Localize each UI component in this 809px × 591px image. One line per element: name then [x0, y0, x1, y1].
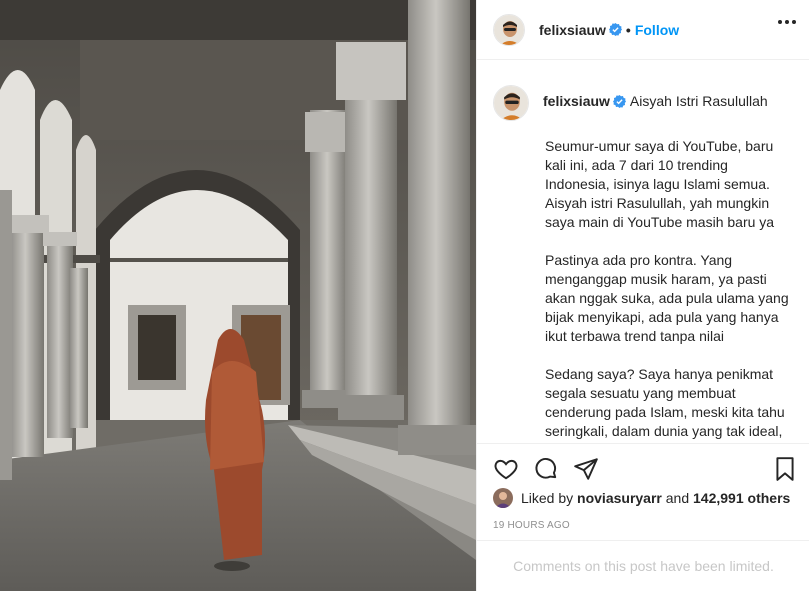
header-separator: • [625, 21, 631, 38]
verified-badge-icon [612, 94, 626, 108]
post-header: felixsiauw • Follow [477, 0, 809, 60]
caption-avatar-image [494, 86, 528, 120]
action-bar [477, 443, 809, 493]
avatar[interactable] [493, 13, 525, 46]
liker-username[interactable]: noviasuryarr [577, 490, 662, 506]
comment-icon[interactable] [533, 456, 559, 487]
more-options-icon[interactable] [778, 20, 796, 24]
likes-prefix: Liked by [521, 490, 574, 506]
comments-area: felixsiauw Aisyah Istri Rasulullah Seumu… [477, 61, 809, 443]
avatar-image [494, 14, 524, 45]
comments-limited-notice: Comments on this post have been limited. [477, 540, 809, 591]
liker-avatar[interactable] [493, 488, 513, 508]
bookmark-icon[interactable] [773, 456, 797, 487]
likes-joiner: and [665, 490, 690, 506]
caption-title: Aisyah Istri Rasulullah [629, 93, 768, 109]
heart-icon[interactable] [493, 456, 519, 487]
verified-badge-icon [608, 23, 622, 36]
post-side-panel: felixsiauw • Follow felixsiauw Aisyah Is… [476, 0, 809, 591]
caption-body: Seumur-umur saya di YouTube, baru kali i… [545, 138, 789, 443]
caption-username[interactable]: felixsiauw [543, 92, 610, 110]
post-photo[interactable] [0, 0, 476, 591]
header-username[interactable]: felixsiauw [539, 22, 606, 38]
post-timestamp[interactable]: 19 HOURS AGO [493, 520, 570, 531]
follow-button[interactable]: Follow [635, 22, 679, 38]
likes-summary: Liked by noviasuryarr and 142,991 others [493, 488, 790, 508]
caption-avatar[interactable] [493, 85, 529, 121]
likes-count[interactable]: 142,991 others [693, 490, 790, 506]
post-photo-illustration [0, 0, 476, 591]
share-icon[interactable] [573, 456, 599, 487]
